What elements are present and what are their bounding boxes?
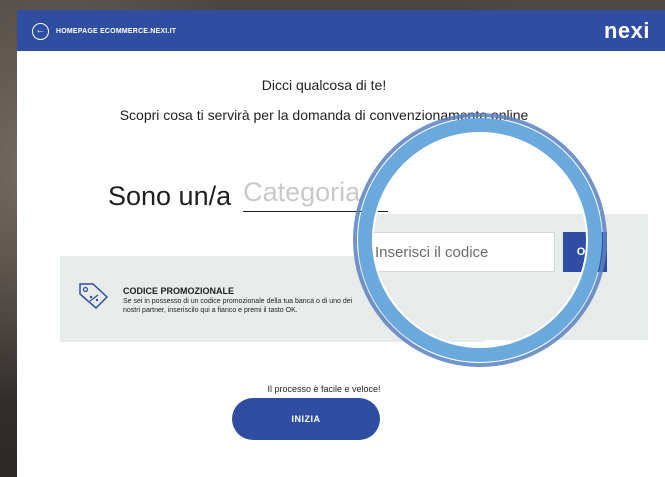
category-select[interactable]: Categoria — [243, 177, 389, 212]
intro-title: Dicci qualcosa di te! — [261, 77, 387, 93]
intro-subtitle: Scopri cosa ti servirà per la domanda di… — [119, 107, 529, 123]
promo-code-input[interactable] — [366, 232, 555, 272]
back-link-label: HOMEPAGE ECOMMERCE.NEXI.IT — [56, 27, 177, 35]
tag-icon — [79, 283, 109, 310]
nexi-logo: nexi — [603, 18, 650, 43]
start-button[interactable]: INIZIA — [232, 398, 380, 440]
arrow-left-circle-icon: ← — [32, 22, 49, 40]
process-note: Il processo è facile e veloce! — [267, 384, 381, 394]
homepage-back-link[interactable]: ← HOMEPAGE ECOMMERCE.NEXI.IT — [32, 21, 176, 41]
top-bar: ← HOMEPAGE ECOMMERCE.NEXI.IT nexi — [17, 10, 665, 51]
ok-button[interactable]: OK — [563, 232, 607, 272]
category-placeholder: Categoria — [243, 177, 361, 207]
profile-prefix: Sono un/a — [108, 181, 232, 211]
promo-title: CODICE PROMOZIONALE — [123, 286, 235, 296]
profile-row: Sono un/a Categoria — [108, 177, 389, 212]
promo-description: Se sei in possesso di un codice promozio… — [123, 298, 353, 315]
